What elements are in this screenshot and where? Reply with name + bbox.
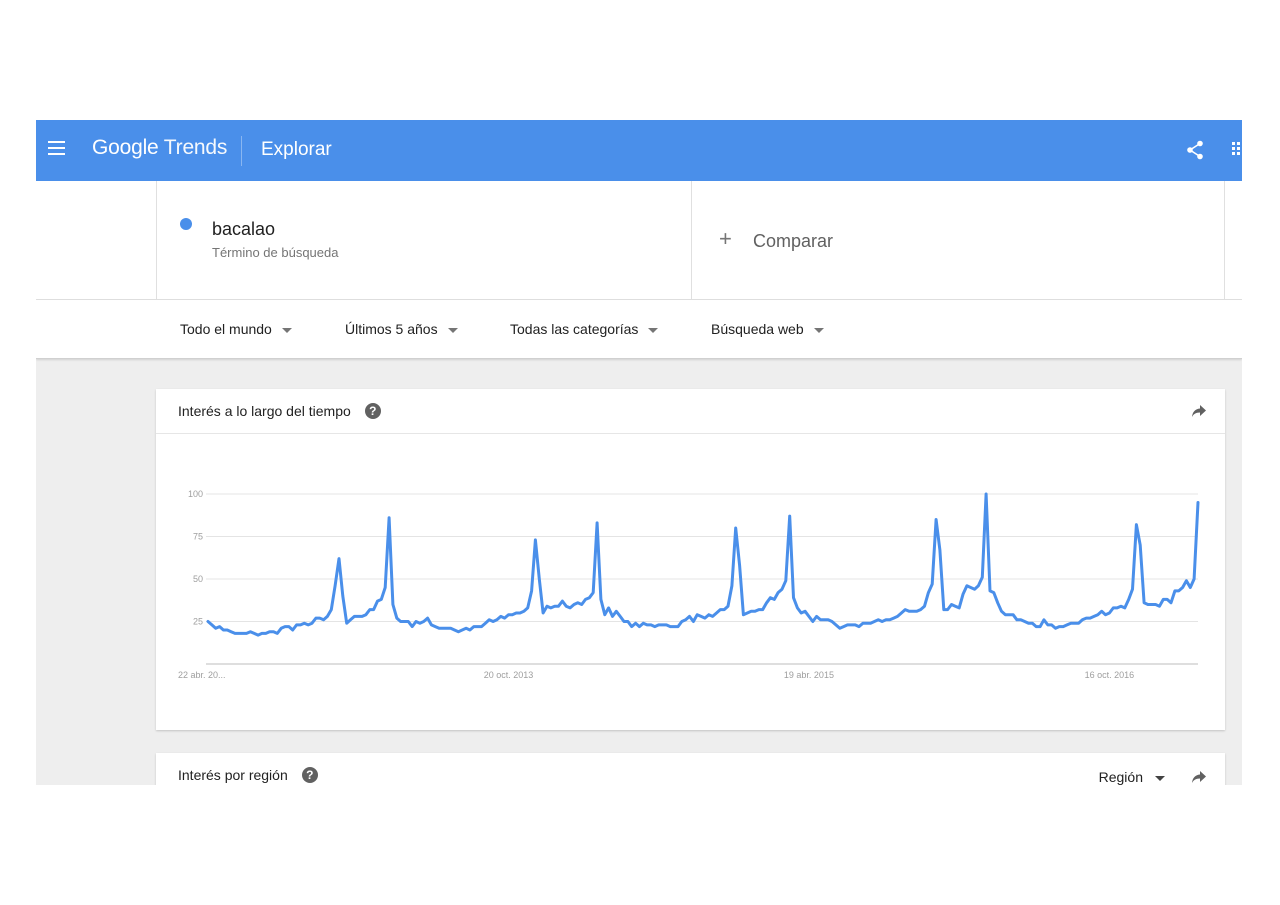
period-filter-label: Últimos 5 años	[345, 321, 438, 337]
top-app-bar: Google Trends Explorar	[36, 120, 1242, 181]
y-tick-label-50: 50	[193, 574, 203, 584]
region-resolution-label: Región	[1098, 769, 1143, 785]
y-tick-label-75: 75	[193, 532, 203, 542]
compare-button[interactable]: + Comparar	[691, 181, 1225, 299]
interest-over-time-chart[interactable]: 25 50 75 100 22 abr. 20... 20 oct. 2013 19 abr…	[156, 434, 1225, 730]
y-tick-label-100: 100	[188, 489, 203, 499]
series-line-bacalao[interactable]	[206, 492, 1200, 637]
card-title: Interés a lo largo del tiempo?	[178, 403, 381, 419]
x-tick-label-2: 19 abr. 2015	[784, 670, 834, 680]
search-term-type: Término de búsqueda	[212, 245, 339, 260]
period-filter-dropdown[interactable]: Últimos 5 años	[345, 321, 458, 337]
brand-google: Google	[92, 136, 159, 159]
share-arrow-icon[interactable]	[1191, 770, 1207, 784]
google-trends-logo[interactable]: Google Trends	[92, 136, 227, 160]
region-resolution-dropdown[interactable]: Región	[1099, 769, 1165, 785]
search-type-filter-dropdown[interactable]: Búsqueda web	[711, 321, 824, 337]
term-color-dot	[180, 218, 192, 230]
category-filter-label: Todas las categorías	[510, 321, 639, 337]
x-tick-label-3: 16 oct. 2016	[1085, 670, 1135, 680]
card-header: Interés a lo largo del tiempo?	[156, 389, 1225, 434]
interest-over-time-card: Interés a lo largo del tiempo? 25 50 75 100…	[156, 389, 1225, 730]
apps-grid-icon[interactable]	[1232, 142, 1242, 156]
page-title: Explorar	[261, 139, 332, 160]
caret-down-icon	[648, 327, 659, 333]
compare-label: Comparar	[753, 231, 834, 251]
x-tick-label-0: 22 abr. 20...	[178, 670, 226, 680]
share-icon[interactable]	[1186, 140, 1204, 160]
search-terms-row: bacalao Término de búsqueda + Comparar	[36, 181, 1242, 300]
header-divider	[241, 136, 242, 166]
card-title: Interés por región?	[178, 767, 318, 783]
x-tick-label-1: 20 oct. 2013	[484, 670, 534, 680]
search-term-card[interactable]: bacalao Término de búsqueda	[156, 181, 692, 299]
y-tick-label-25: 25	[193, 617, 203, 627]
caret-down-icon	[813, 327, 824, 333]
caret-down-icon	[281, 327, 292, 333]
interest-by-region-title: Interés por región	[178, 767, 288, 783]
interest-by-region-card: Interés por región? Región	[156, 753, 1225, 785]
help-icon[interactable]: ?	[301, 767, 318, 783]
explore-content: Interés a lo largo del tiempo? 25 50 75 100…	[36, 359, 1242, 785]
search-term-name[interactable]: bacalao	[212, 219, 275, 240]
search-type-filter-label: Búsqueda web	[711, 321, 804, 337]
caret-down-icon	[1155, 775, 1165, 781]
interest-over-time-title: Interés a lo largo del tiempo	[178, 403, 351, 419]
filter-bar: Todo el mundo Últimos 5 años Todas las c…	[36, 300, 1242, 359]
share-arrow-icon[interactable]	[1191, 404, 1207, 418]
region-filter-dropdown[interactable]: Todo el mundo	[180, 321, 292, 337]
help-icon[interactable]: ?	[364, 403, 381, 419]
category-filter-dropdown[interactable]: Todas las categorías	[510, 321, 659, 337]
brand-trends: Trends	[163, 136, 228, 159]
google-trends-app: Google Trends Explorar bacalao Término d…	[36, 120, 1242, 785]
plus-icon: +	[719, 226, 732, 251]
hamburger-menu-icon[interactable]	[48, 141, 65, 155]
caret-down-icon	[447, 327, 458, 333]
region-filter-label: Todo el mundo	[180, 321, 272, 337]
